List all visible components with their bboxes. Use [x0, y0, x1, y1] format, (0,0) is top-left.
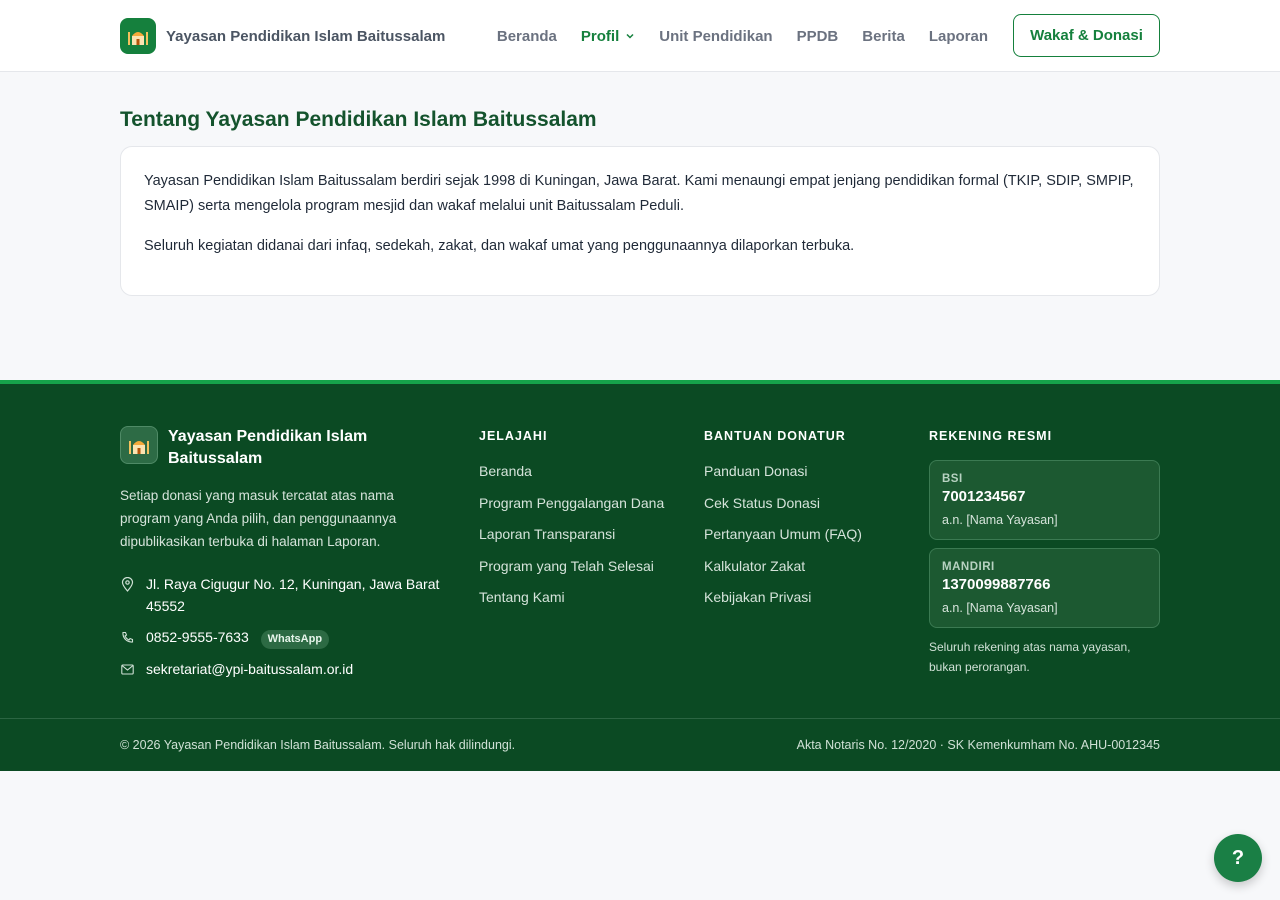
about-card: Yayasan Pendidikan Islam Baitussalam ber…	[120, 146, 1160, 296]
footer-link-cek-status[interactable]: Cek Status Donasi	[704, 493, 862, 513]
nav-beranda[interactable]: Beranda	[497, 28, 557, 45]
account-holder: a.n. [Nama Yayasan]	[942, 601, 1058, 615]
bank-name: MANDIRI	[942, 561, 995, 573]
footer-link-laporan-transparansi[interactable]: Laporan Transparansi	[479, 524, 664, 544]
contact-phone[interactable]: 0852-9555-7633 WhatsApp	[120, 626, 440, 649]
footer-explore: JELAJAHI Beranda Program Penggalangan Da…	[479, 429, 664, 607]
explore-heading: JELAJAHI	[479, 429, 548, 443]
footer-description: Setiap donasi yang masuk tercatat atas n…	[120, 488, 397, 549]
wakaf-donasi-button[interactable]: Wakaf & Donasi	[1013, 14, 1160, 57]
footer-link-tentang-kami[interactable]: Tentang Kami	[479, 587, 664, 607]
contact-email[interactable]: sekretariat@ypi-baitussalam.or.id	[120, 658, 440, 680]
bank-account-card: BSI 7001234567 a.n. [Nama Yayasan]	[929, 460, 1160, 540]
help-button[interactable]: ?	[1214, 834, 1262, 882]
footer-about: Yayasan Pendidikan Islam Baitussalam Set…	[120, 426, 440, 680]
footer-link-panduan-donasi[interactable]: Panduan Donasi	[704, 461, 862, 481]
accounts-note: Seluruh rekening atas nama yayasan, buka…	[929, 640, 1131, 674]
footer-link-program-selesai[interactable]: Program yang Telah Selesai	[479, 556, 664, 576]
footer-link-program-penggalangan[interactable]: Program Penggalangan Dana	[479, 493, 664, 513]
nav-profil-label: Profil	[580, 27, 620, 45]
brand[interactable]: Yayasan Pendidikan Islam Baitussalam	[120, 18, 445, 54]
chevron-down-icon	[626, 33, 634, 39]
mosque-logo-icon	[120, 18, 156, 54]
mosque-logo-icon	[120, 426, 158, 464]
nav-profil[interactable]: Profil	[581, 28, 635, 45]
whatsapp-badge[interactable]: WhatsApp	[260, 630, 330, 649]
nav-laporan[interactable]: Laporan	[929, 28, 988, 45]
account-number[interactable]: 7001234567	[942, 488, 1147, 505]
brand-name: Yayasan Pendidikan Islam Baitussalam	[166, 27, 446, 45]
site-footer: Yayasan Pendidikan Islam Baitussalam Set…	[0, 380, 1280, 771]
location-pin-icon	[120, 573, 134, 595]
phone-icon	[120, 626, 134, 648]
mail-icon	[120, 658, 134, 680]
footer-link-faq[interactable]: Pertanyaan Umum (FAQ)	[704, 524, 862, 544]
phone-number: 0852-9555-7633	[146, 629, 249, 645]
about-paragraph: Seluruh kegiatan didanai dari infaq, sed…	[144, 238, 855, 254]
footer-bottom-bar: © 2026 Yayasan Pendidikan Islam Baitussa…	[0, 718, 1280, 771]
bank-account-card: MANDIRI 1370099887766 a.n. [Nama Yayasan…	[929, 548, 1160, 628]
footer-brand-name: Yayasan Pendidikan Islam Baitussalam	[168, 428, 368, 467]
page-title: Tentang Yayasan Pendidikan Islam Baituss…	[120, 108, 597, 131]
address-text: Jl. Raya Cigugur No. 12, Kuningan, Jawa …	[146, 576, 440, 614]
email-address: sekretariat@ypi-baitussalam.or.id	[146, 661, 354, 677]
copyright-text: © 2026 Yayasan Pendidikan Islam Baitussa…	[120, 738, 516, 752]
bank-name: BSI	[942, 473, 963, 485]
footer-donor-help: BANTUAN DONATUR Panduan Donasi Cek Statu…	[704, 429, 862, 607]
site-header: Yayasan Pendidikan Islam Baitussalam Ber…	[0, 0, 1280, 72]
account-holder: a.n. [Nama Yayasan]	[942, 513, 1058, 527]
about-paragraph: Yayasan Pendidikan Islam Baitussalam ber…	[144, 173, 1134, 214]
contact-address: Jl. Raya Cigugur No. 12, Kuningan, Jawa …	[120, 573, 440, 617]
footer-accounts: REKENING RESMI BSI 7001234567 a.n. [Nama…	[929, 429, 1160, 677]
nav-ppdb[interactable]: PPDB	[797, 28, 839, 45]
footer-brand[interactable]: Yayasan Pendidikan Islam Baitussalam	[120, 426, 440, 470]
footer-link-kebijakan-privasi[interactable]: Kebijakan Privasi	[704, 587, 862, 607]
nav-berita[interactable]: Berita	[862, 28, 905, 45]
legal-info: Akta Notaris No. 12/2020 · SK Kemenkumha…	[796, 738, 1160, 752]
main-nav: Beranda Profil Unit Pendidikan PPDB Beri…	[497, 0, 988, 72]
account-number[interactable]: 1370099887766	[942, 576, 1147, 593]
donor-help-heading: BANTUAN DONATUR	[704, 429, 846, 443]
accounts-heading: REKENING RESMI	[929, 429, 1053, 443]
nav-unit-pendidikan[interactable]: Unit Pendidikan	[659, 28, 772, 45]
footer-link-beranda[interactable]: Beranda	[479, 461, 664, 481]
footer-link-kalkulator-zakat[interactable]: Kalkulator Zakat	[704, 556, 862, 576]
